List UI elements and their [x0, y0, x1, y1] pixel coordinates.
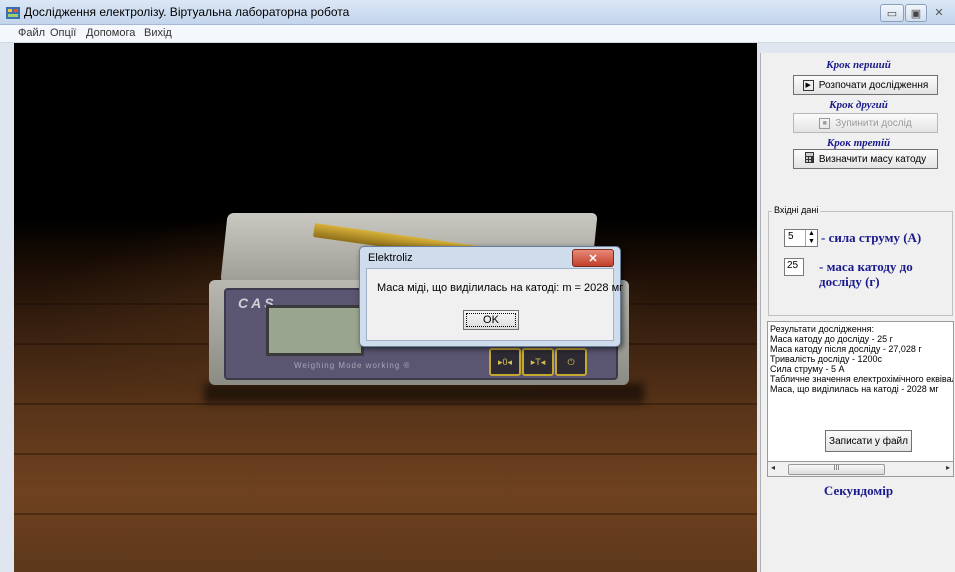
mass-input[interactable]: 25	[784, 258, 804, 276]
results-line: Табличне значення електрохімічного еквів…	[770, 374, 954, 384]
dialog-ok-button[interactable]: OK	[463, 310, 519, 330]
input-group-label: Вхідні дані	[772, 205, 821, 215]
menu-help[interactable]: Допомога	[86, 27, 135, 39]
results-hscrollbar[interactable]: ◂ III ▸	[767, 461, 954, 477]
step-1-title: Крок перший	[826, 59, 891, 71]
current-label: - сила струму (А)	[821, 230, 922, 245]
menu-exit[interactable]: Вихід	[144, 27, 172, 39]
menu-bar: Файл Опції Допомога Вихід	[0, 25, 955, 43]
results-line: Тривалість досліду - 1200с	[770, 354, 883, 364]
maximize-button[interactable]: ▣	[905, 4, 927, 22]
stop-icon: ■	[819, 117, 831, 129]
current-value: 5	[788, 231, 794, 242]
calc-cathode-mass-button[interactable]: Визначити масу катоду	[793, 149, 938, 169]
stop-experiment-label: Зупинити дослід	[835, 117, 912, 129]
title-bar: Дослідження електролізу. Віртуальна лабо…	[0, 0, 955, 25]
scroll-right-icon[interactable]: ▸	[946, 463, 950, 472]
scale-zero-button: ▸0◂	[489, 348, 521, 376]
scale-display	[266, 305, 364, 356]
start-experiment-button[interactable]: ▶ Розпочати дослідження	[793, 75, 938, 95]
start-experiment-label: Розпочати дослідження	[818, 79, 929, 91]
scale-tare-button: ▸T◂	[522, 348, 554, 376]
step-2-title: Крок другий	[829, 99, 888, 111]
mass-label: - маса катоду до досліду (г)	[819, 259, 913, 289]
spin-arrows-icon[interactable]: ▲ ▼	[805, 230, 817, 246]
scale-shadow	[204, 383, 644, 403]
close-button[interactable]: ✕	[928, 4, 950, 20]
menu-file[interactable]: Файл	[18, 27, 45, 39]
save-to-file-button[interactable]: Записати у файл	[825, 430, 912, 452]
menu-options[interactable]: Опції	[50, 27, 76, 39]
dialog-title: Elektroliz	[368, 252, 413, 264]
scale-caption: Weighing Mode working ®	[294, 361, 411, 370]
dialog-close-icon[interactable]: ✕	[572, 249, 614, 267]
results-line: Результати дослідження:	[770, 324, 875, 334]
results-line: Маса катоду після досліду - 27,028 г	[770, 344, 922, 354]
results-line: Маса, що виділилась на катоді - 2028 мг	[770, 384, 939, 394]
results-textarea[interactable]: Результати дослідження: Маса катоду до д…	[767, 321, 954, 463]
control-panel: Крок перший ▶ Розпочати дослідження Крок…	[760, 53, 955, 572]
play-icon: ▶	[802, 79, 814, 91]
calculator-icon	[804, 152, 814, 166]
minimize-button[interactable]: ▭	[880, 4, 904, 22]
dialog-body: Маса міді, що виділилась на катоді: m = …	[366, 268, 623, 341]
window-title: Дослідження електролізу. Віртуальна лабо…	[24, 5, 350, 19]
stop-experiment-button[interactable]: ■ Зупинити дослід	[793, 113, 938, 133]
app-icon	[6, 6, 20, 19]
scale-power-button: ⏻	[555, 348, 587, 376]
mass-value: 25	[787, 260, 799, 271]
dialog-message: Маса міді, що виділилась на катоді: m = …	[377, 282, 624, 294]
calc-cathode-mass-label: Визначити масу катоду	[818, 153, 927, 165]
results-line: Маса катоду до досліду - 25 г	[770, 334, 893, 344]
message-dialog: Elektroliz ✕ Маса міді, що виділилась на…	[359, 246, 623, 347]
scroll-left-icon[interactable]: ◂	[771, 463, 775, 472]
step-3-title: Крок третій	[826, 137, 891, 149]
results-line: Сила струму - 5 А	[770, 364, 845, 374]
current-spinbox[interactable]: 5 ▲ ▼	[784, 229, 818, 247]
scroll-thumb[interactable]: III	[788, 464, 885, 475]
input-data-group: Вхідні дані 5 ▲ ▼ - сила струму (А) 25 - …	[768, 205, 953, 316]
stopwatch-label: Секундомір	[823, 483, 894, 498]
